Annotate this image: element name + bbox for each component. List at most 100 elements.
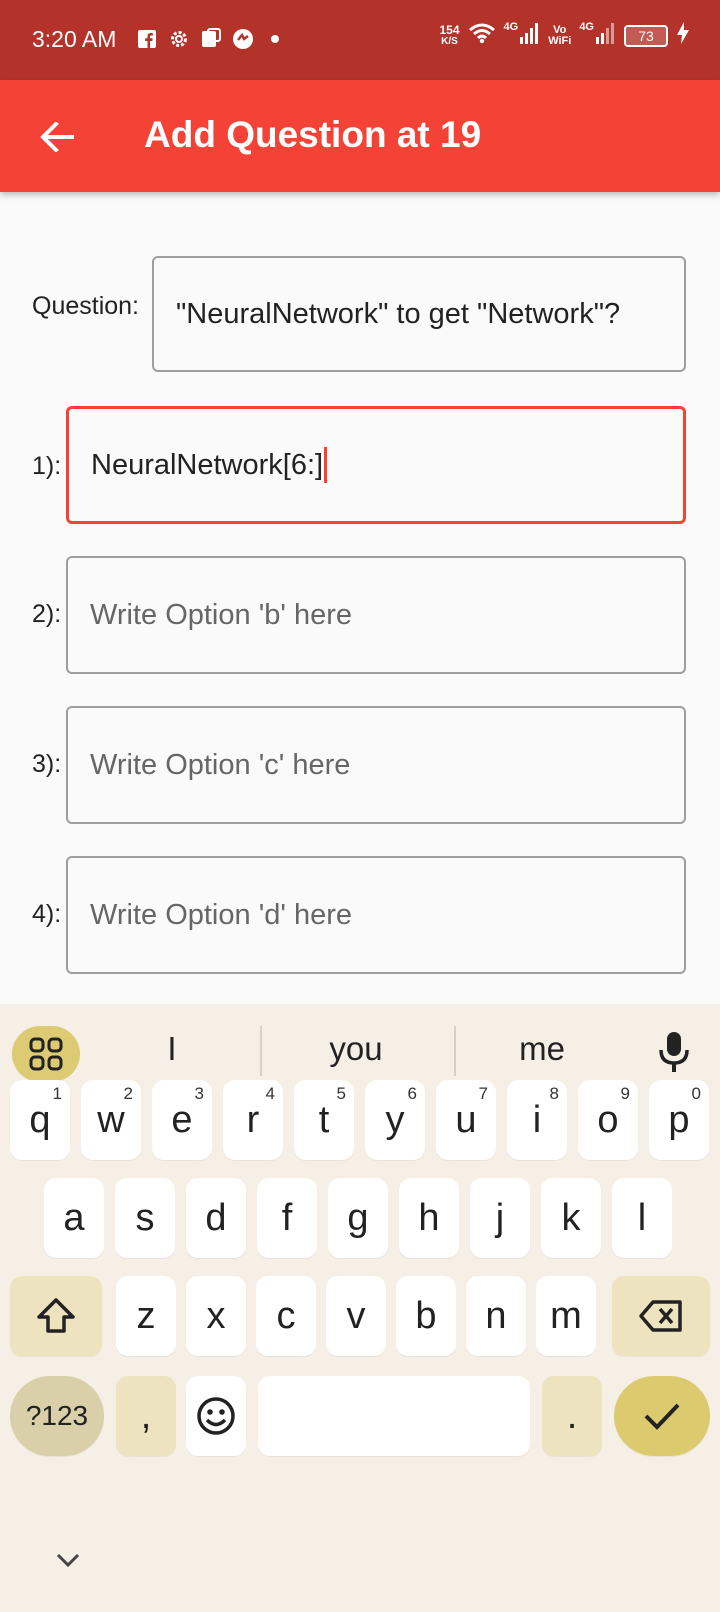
settings-icon	[168, 28, 190, 50]
volte-indicator: Vo WiFi	[548, 23, 572, 47]
key-label: b	[415, 1294, 437, 1337]
volte-text-2: WiFi	[548, 34, 572, 47]
network-type-2: 4G	[579, 21, 594, 33]
key-w[interactable]: w2	[81, 1080, 141, 1160]
mic-icon	[659, 1032, 689, 1072]
key-label: w	[97, 1098, 125, 1141]
key-label: j	[495, 1196, 505, 1239]
option-label-2: 2):	[32, 600, 62, 628]
key-label: n	[485, 1294, 507, 1337]
key-e[interactable]: e3	[152, 1080, 212, 1160]
key-label: i	[532, 1098, 542, 1141]
key-g[interactable]: g	[328, 1178, 388, 1258]
suggestion-1[interactable]: I	[92, 1030, 252, 1068]
facebook-icon	[136, 28, 158, 50]
key-label: x	[206, 1294, 226, 1337]
key-label: u	[455, 1098, 477, 1141]
option-b-placeholder: Write Option 'b' here	[90, 598, 352, 631]
key-z[interactable]: z	[116, 1276, 176, 1356]
voice-input-button[interactable]	[654, 1030, 694, 1080]
suggestion-divider	[260, 1026, 262, 1076]
key-r[interactable]: r4	[223, 1080, 283, 1160]
battery-icon: 73	[624, 24, 668, 47]
suggestion-3[interactable]: me	[462, 1030, 622, 1068]
shift-key[interactable]	[10, 1276, 102, 1356]
key-label: e	[171, 1098, 193, 1141]
key-x[interactable]: x	[186, 1276, 246, 1356]
text-caret	[324, 447, 328, 483]
key-label: f	[281, 1196, 293, 1239]
key-c[interactable]: c	[256, 1276, 316, 1356]
key-b[interactable]: b	[396, 1276, 456, 1356]
wifi-icon	[468, 22, 496, 49]
key-label: y	[385, 1098, 405, 1141]
key-q[interactable]: q1	[10, 1080, 70, 1160]
key-label: m	[550, 1294, 582, 1337]
net-speed-value: 154	[439, 22, 460, 37]
key-p[interactable]: p0	[649, 1080, 709, 1160]
status-notification-icons	[136, 28, 286, 50]
status-system-icons: 154 K/S 4G Vo WiFi 4G 73	[439, 22, 690, 49]
comma-key[interactable]: ,	[116, 1376, 176, 1456]
key-t[interactable]: t5	[294, 1080, 354, 1160]
suggestion-2[interactable]: you	[276, 1030, 436, 1068]
check-icon	[644, 1403, 680, 1430]
option-b-field[interactable]: Write Option 'b' here	[66, 556, 686, 674]
key-hint: 4	[265, 1084, 275, 1103]
key-i[interactable]: i8	[507, 1080, 567, 1160]
option-label-3: 3):	[32, 750, 62, 778]
key-label: c	[276, 1294, 296, 1337]
key-label: q	[29, 1098, 51, 1141]
status-bar: 3:20 AM 154 K/S 4G Vo WiFi 4G 73	[0, 0, 720, 80]
key-v[interactable]: v	[326, 1276, 386, 1356]
key-a[interactable]: a	[44, 1178, 104, 1258]
keyboard-menu-button[interactable]	[12, 1026, 80, 1082]
key-y[interactable]: y6	[365, 1080, 425, 1160]
option-d-placeholder: Write Option 'd' here	[90, 898, 352, 931]
key-l[interactable]: l	[612, 1178, 672, 1258]
back-button[interactable]	[30, 110, 84, 164]
key-hint: 8	[549, 1084, 559, 1103]
option-label-1: 1):	[32, 452, 62, 480]
key-label: d	[205, 1196, 227, 1239]
key-m[interactable]: m	[536, 1276, 596, 1356]
key-hint: 7	[478, 1084, 488, 1103]
soft-keyboard: I you me ?123 , . q1w2e3r4t5y6u7i8o9p0as…	[0, 1004, 720, 1612]
battery-level: 73	[638, 27, 654, 44]
chevron-down-icon[interactable]	[52, 1548, 84, 1572]
key-label: a	[63, 1196, 85, 1239]
volte-text-1: Vo	[553, 23, 567, 36]
key-hint: 0	[691, 1084, 701, 1103]
symbols-key[interactable]: ?123	[10, 1376, 104, 1456]
key-j[interactable]: j	[470, 1178, 530, 1258]
backspace-icon	[639, 1300, 682, 1332]
question-field[interactable]: "NeuralNetwork" to get "Network"?	[152, 256, 686, 372]
dot-icon	[264, 28, 286, 50]
key-label: o	[597, 1098, 619, 1141]
space-key[interactable]	[258, 1376, 530, 1456]
app-icon	[232, 28, 254, 50]
key-n[interactable]: n	[466, 1276, 526, 1356]
signal-icon	[596, 22, 616, 49]
option-a-field[interactable]: NeuralNetwork[6:]	[66, 406, 686, 524]
emoji-key[interactable]	[186, 1376, 246, 1456]
backspace-key[interactable]	[612, 1276, 710, 1356]
key-h[interactable]: h	[399, 1178, 459, 1258]
option-c-placeholder: Write Option 'c' here	[90, 748, 351, 781]
key-u[interactable]: u7	[436, 1080, 496, 1160]
option-c-field[interactable]: Write Option 'c' here	[66, 706, 686, 824]
suggestion-divider	[454, 1026, 456, 1076]
key-o[interactable]: o9	[578, 1080, 638, 1160]
option-d-field[interactable]: Write Option 'd' here	[66, 856, 686, 974]
period-key[interactable]: .	[542, 1376, 602, 1456]
done-key[interactable]	[614, 1376, 710, 1456]
net-speed-unit: K/S	[441, 35, 458, 47]
signal-group-1: 4G	[504, 22, 541, 49]
key-k[interactable]: k	[541, 1178, 601, 1258]
key-label: r	[246, 1098, 260, 1141]
key-hint: 3	[194, 1084, 204, 1103]
question-value: "NeuralNetwork" to get "Network"?	[176, 297, 621, 330]
key-d[interactable]: d	[186, 1178, 246, 1258]
key-f[interactable]: f	[257, 1178, 317, 1258]
key-s[interactable]: s	[115, 1178, 175, 1258]
